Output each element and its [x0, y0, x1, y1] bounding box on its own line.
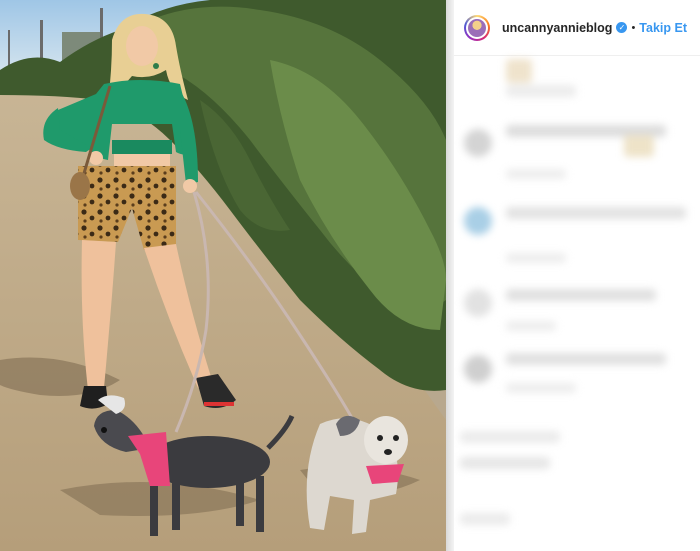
- follow-button[interactable]: Takip Et: [639, 21, 687, 35]
- post-side-panel: uncannyannieblog ✓ • Takip Et: [454, 0, 700, 551]
- header-separator: •: [631, 21, 636, 34]
- post-header: uncannyannieblog ✓ • Takip Et: [454, 0, 700, 56]
- avatar-image: [468, 18, 486, 37]
- avatar[interactable]: [464, 14, 490, 41]
- avatar-ring: [466, 16, 488, 39]
- blurred-comments-area: [454, 57, 700, 551]
- verified-badge-icon: ✓: [616, 22, 628, 33]
- username-link[interactable]: uncannyannieblog: [502, 21, 612, 35]
- panel-divider: [446, 0, 454, 551]
- post-photo[interactable]: [0, 0, 446, 551]
- post-photo-image: [0, 0, 446, 551]
